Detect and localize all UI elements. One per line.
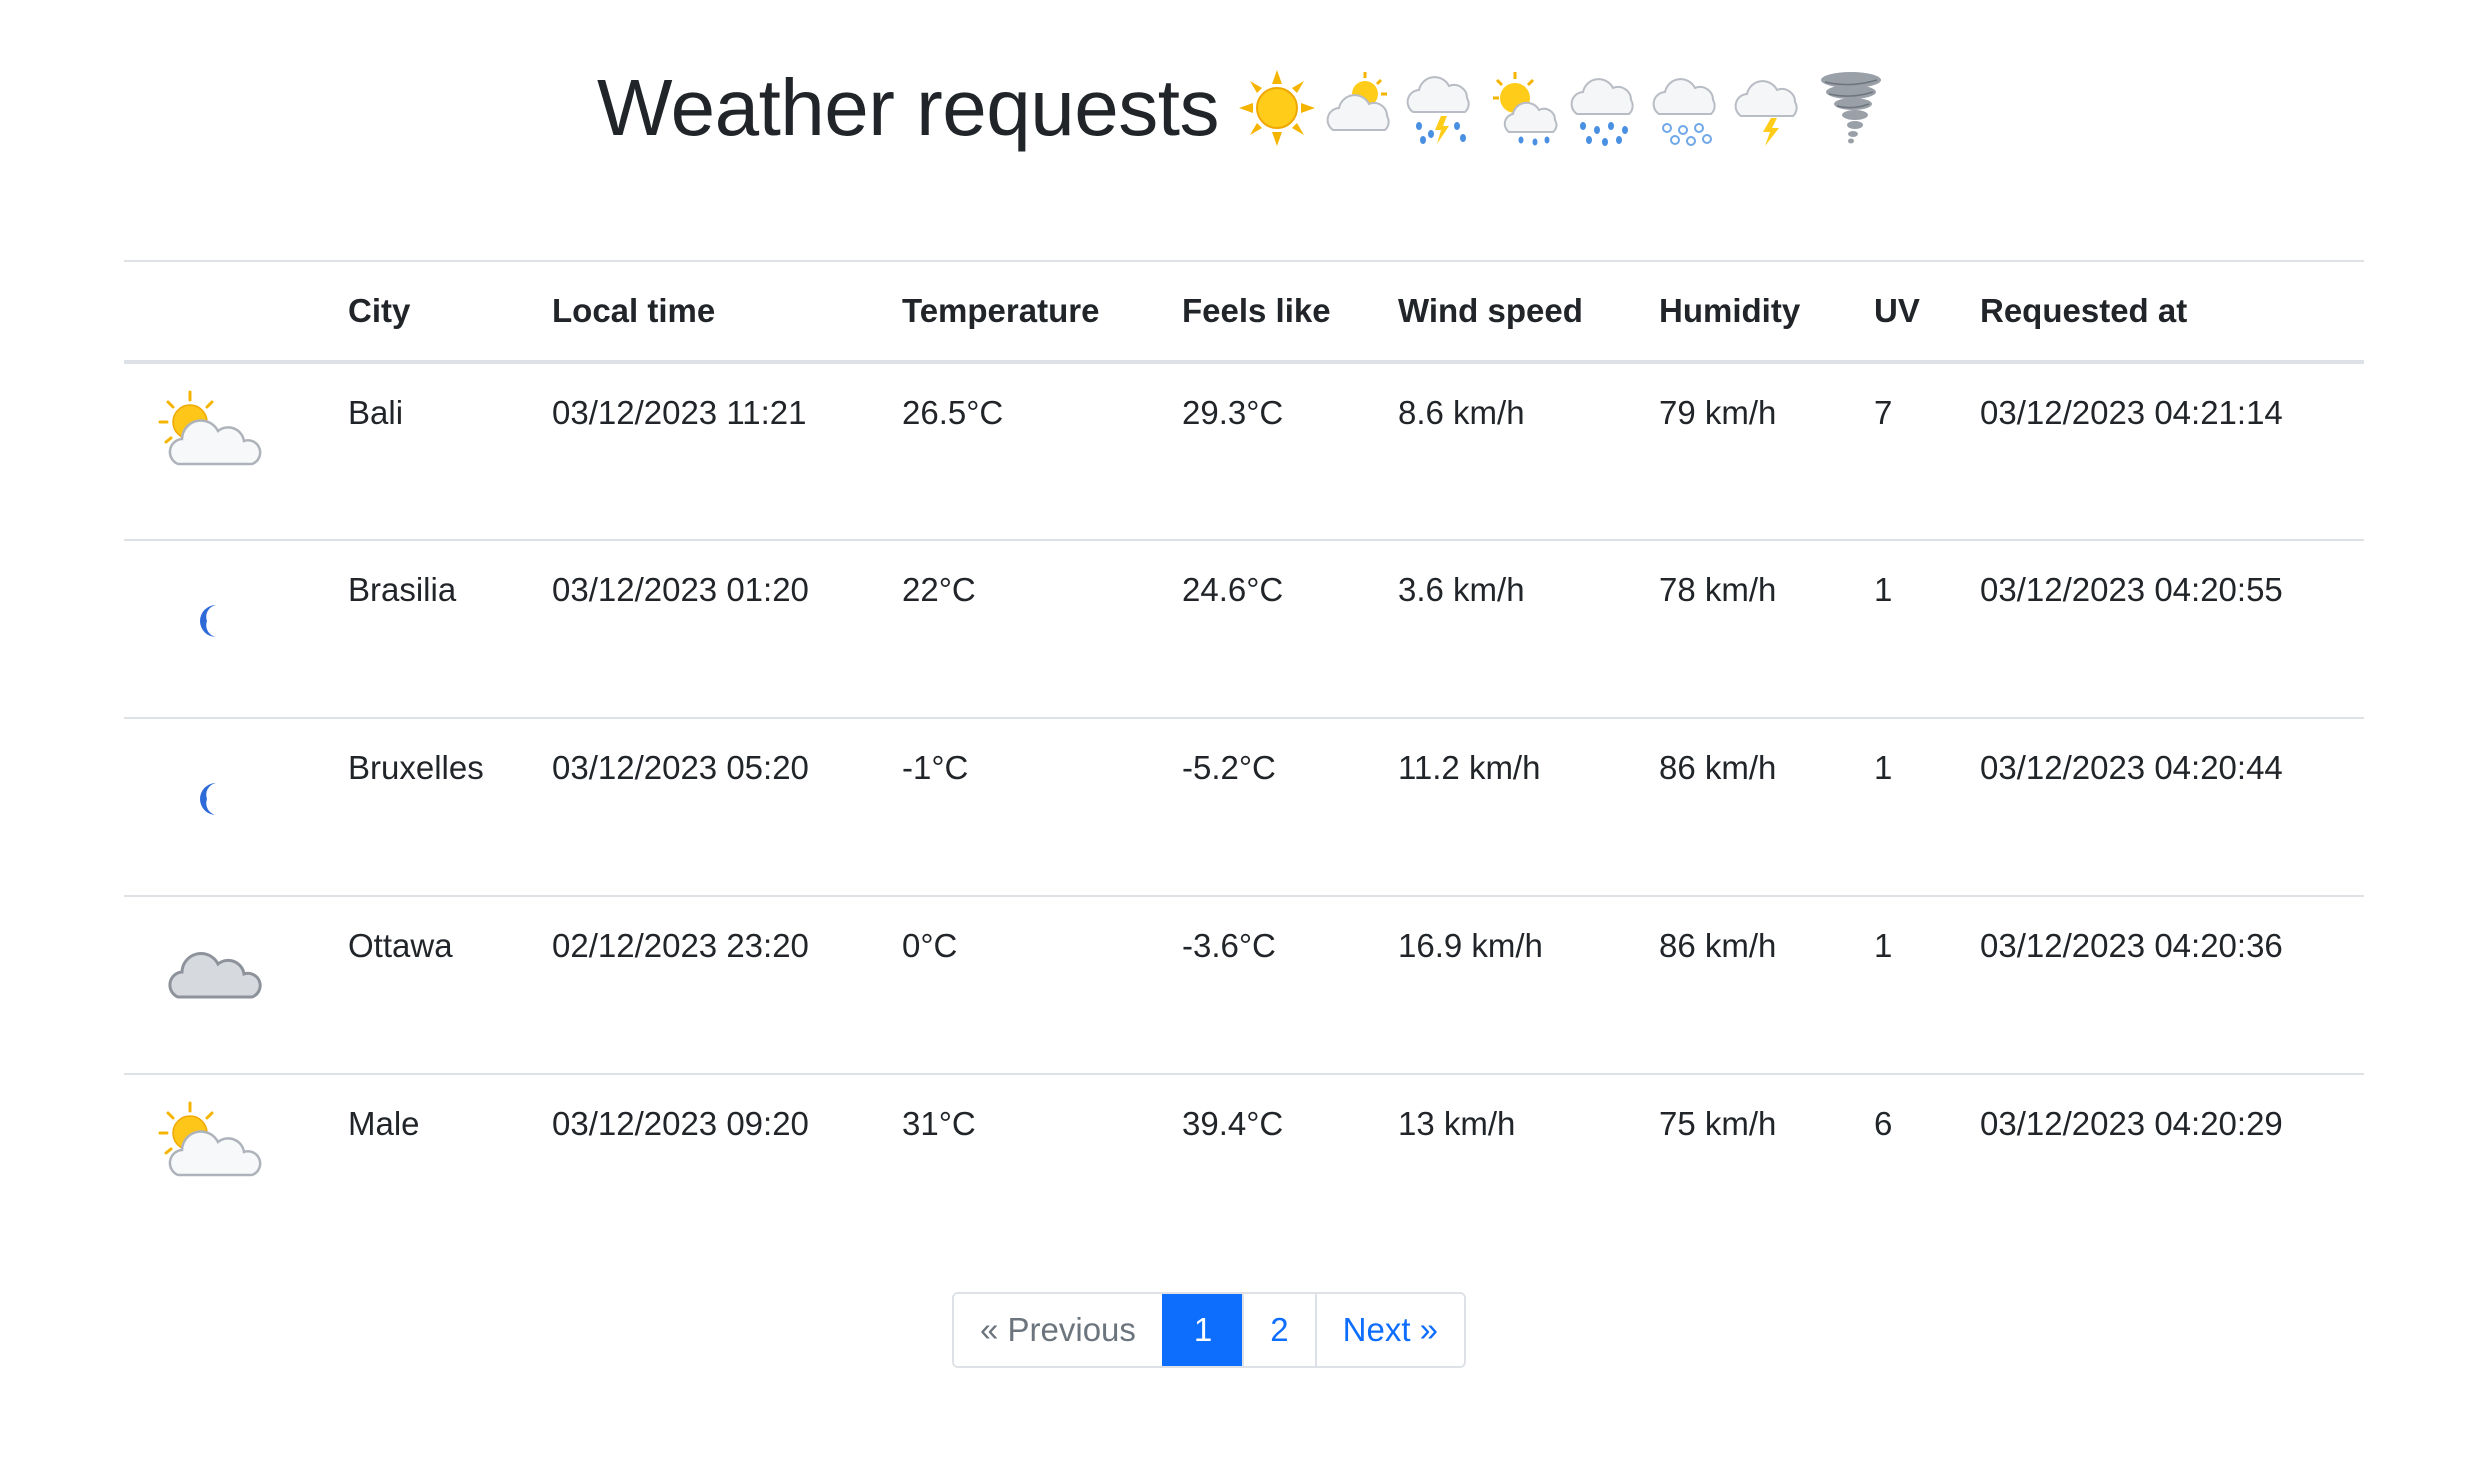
col-header-requested-at: Requested at [1980,260,2364,364]
cell-humidity: 78 km/h [1659,540,1874,719]
col-header-city: City [348,260,552,364]
weather-icon-cell [124,540,348,719]
cell-feels-like: 39.4°C [1182,1105,1284,1142]
cell-feels-like: 29.3°C [1182,362,1398,541]
weather-icon-cell [124,362,348,541]
rain-cloud-icon [1565,68,1645,148]
table-row: Bruxelles 03/12/2023 05:20 -1°C -5.2°C 1… [124,718,2364,897]
col-header-uv: UV [1874,260,1980,364]
cell-temperature: 0°C [902,896,1182,1075]
previous-page-button[interactable]: « Previous [954,1294,1162,1366]
cell-humidity: 79 km/h [1659,362,1874,541]
cell-city: Brasilia [348,540,552,719]
col-header-temperature: Temperature [902,260,1182,364]
cell-local-time: 03/12/2023 05:20 [552,718,902,897]
cell-temperature: 31°C [902,1105,976,1142]
cell-city: Male [348,1105,420,1142]
tornado-icon [1811,68,1891,148]
table-row: Brasilia 03/12/2023 01:20 22°C 24.6°C 3.… [124,540,2364,719]
moon-icon [154,565,348,649]
cell-requested-at: 03/12/2023 04:20:36 [1980,896,2364,1075]
col-header-feels-like: Feels like [1182,260,1398,364]
cell-humidity: 86 km/h [1659,896,1874,1075]
cell-wind-speed: 8.6 km/h [1398,362,1659,541]
cell-city: Bruxelles [348,718,552,897]
sun-behind-cloud-icon [1319,68,1399,148]
page-title: Weather requests [597,62,1891,154]
cell-uv: 1 [1874,718,1980,897]
title-weather-icons [1237,68,1891,148]
cell-city: Bali [348,362,552,541]
cell-uv: 6 [1874,1105,1893,1142]
table-header-row: City Local time Temperature Feels like W… [124,260,2364,364]
pagination: « Previous 1 2 Next » [952,1292,1467,1368]
cell-temperature: -1°C [902,718,1182,897]
cell-city: Ottawa [348,896,552,1075]
weather-requests-table: City Local time Temperature Feels like W… [124,260,2364,1252]
cell-feels-like: -5.2°C [1182,718,1398,897]
cell-wind-speed: 13 km/h [1398,1105,1516,1142]
cell-humidity: 75 km/h [1659,1105,1777,1142]
rain-thunder-cloud-icon [1401,68,1481,148]
cell-humidity: 86 km/h [1659,718,1874,897]
col-header-icon [124,260,348,364]
table-row: Ottawa 02/12/2023 23:20 0°C -3.6°C 16.9 … [124,896,2364,1075]
page-1-button[interactable]: 1 [1161,1294,1243,1366]
cell-local-time: 03/12/2023 09:20 [552,1105,809,1142]
next-page-button[interactable]: Next » [1314,1294,1465,1366]
page-title-text: Weather requests [597,63,1219,152]
col-header-humidity: Humidity [1659,260,1874,364]
cell-feels-like: -3.6°C [1182,896,1398,1075]
moon-icon [154,743,348,827]
sun-icon [1237,68,1317,148]
cell-uv: 1 [1874,540,1980,719]
page-2-button[interactable]: 2 [1242,1294,1315,1366]
table-row: Bali 03/12/2023 11:21 26.5°C 29.3°C 8.6 … [124,362,2364,541]
cell-wind-speed: 11.2 km/h [1398,718,1659,897]
col-header-wind-speed: Wind speed [1398,260,1659,364]
cloud-icon [154,921,348,1005]
cell-local-time: 03/12/2023 11:21 [552,362,902,541]
page-header: Weather requests [0,62,2488,154]
snow-cloud-icon [1647,68,1727,148]
cell-local-time: 02/12/2023 23:20 [552,896,902,1075]
cell-requested-at: 03/12/2023 04:20:29 [1980,1105,2283,1142]
cell-wind-speed: 3.6 km/h [1398,540,1659,719]
cell-temperature: 22°C [902,540,1182,719]
cell-temperature: 26.5°C [902,362,1182,541]
col-header-local-time: Local time [552,260,902,364]
weather-icon-cell [124,718,348,897]
cell-local-time: 03/12/2023 01:20 [552,540,902,719]
sun-behind-rain-cloud-icon [1483,68,1563,148]
weather-icon-cell [124,896,348,1075]
cell-requested-at: 03/12/2023 04:20:44 [1980,718,2364,897]
cell-requested-at: 03/12/2023 04:20:55 [1980,540,2364,719]
weather-icon-cell [124,1074,348,1252]
cell-feels-like: 24.6°C [1182,540,1398,719]
lightning-cloud-icon [1729,68,1809,148]
table-row: Male 03/12/2023 09:20 31°C 39.4°C 13 km/… [124,1074,2364,1252]
cell-requested-at: 03/12/2023 04:21:14 [1980,362,2364,541]
cell-wind-speed: 16.9 km/h [1398,896,1659,1075]
cell-uv: 1 [1874,896,1980,1075]
partly-cloudy-icon [154,388,348,472]
cell-uv: 7 [1874,362,1980,541]
partly-cloudy-icon [154,1099,348,1183]
